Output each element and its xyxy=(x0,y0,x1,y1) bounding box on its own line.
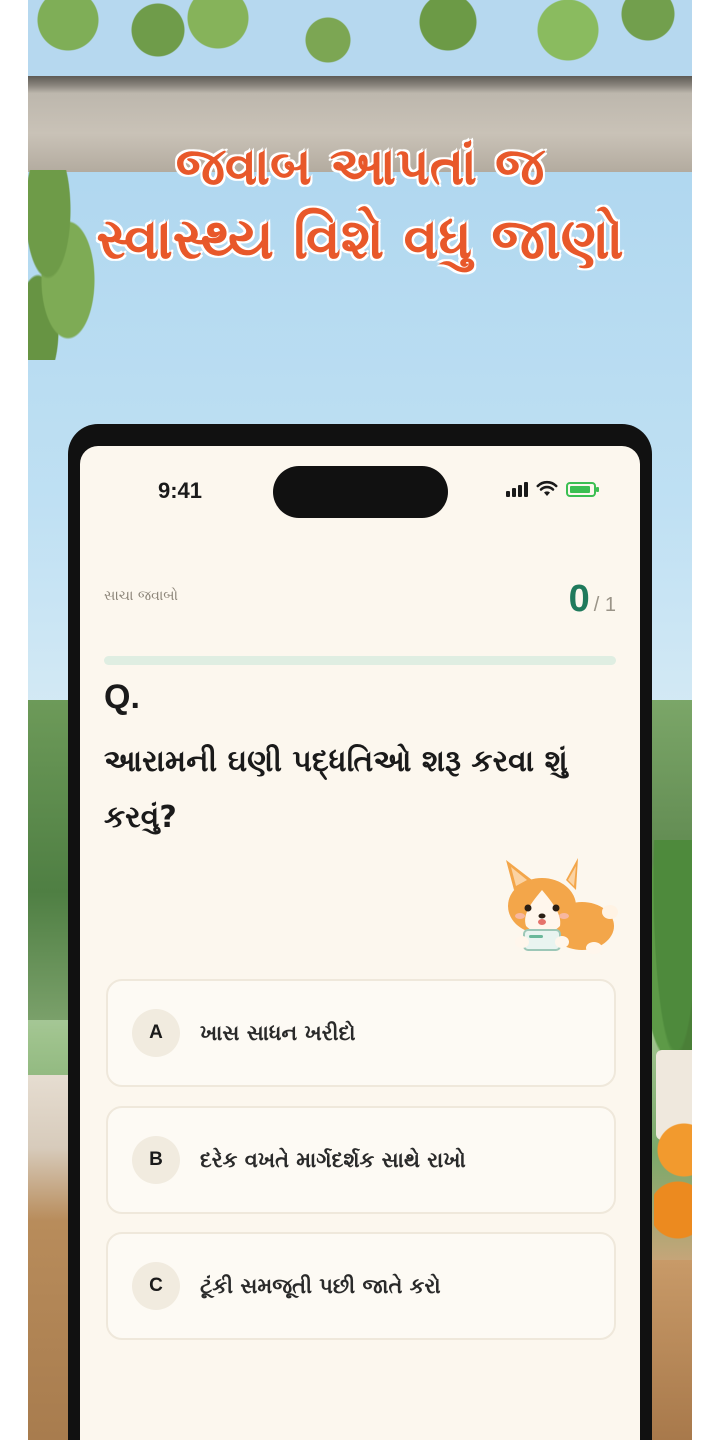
answer-option-b[interactable]: B દરેક વખતે માર્ગદર્શક સાથે રાખો xyxy=(106,1106,616,1214)
phone-screen: 9:41 સાચા જવાબો 0 / 1 Q. આરામની ઘણી પદ્ધ… xyxy=(80,446,640,1440)
score-value: 0 xyxy=(568,578,590,620)
signal-icon xyxy=(506,481,528,497)
oranges xyxy=(654,1120,692,1260)
window-sill-right xyxy=(648,1260,692,1440)
status-time: 9:41 xyxy=(158,478,203,503)
question-text: આરામની ઘણી પદ્ધતિઓ શરૂ કરવા શું કરવું? xyxy=(104,744,568,835)
option-letter-badge: A xyxy=(132,1009,180,1057)
option-letter-badge: B xyxy=(132,1136,180,1184)
option-text: ખાસ સાધન ખરીદો xyxy=(200,1020,356,1045)
score-counter: 0 / 1 xyxy=(569,578,616,621)
headline-line-2: સ્વાસ્થ્ય વિશે વધુ જાણો xyxy=(96,207,624,272)
wifi-icon xyxy=(536,480,558,496)
answer-option-a[interactable]: A ખાસ સાધન ખરીદો xyxy=(106,979,616,1087)
option-letter-badge: C xyxy=(132,1262,180,1310)
option-text: ટૂંકી સમજૂતી પછી જાતે કરો xyxy=(200,1273,441,1298)
potted-plant xyxy=(650,840,692,1080)
question-marker: Q. xyxy=(104,678,140,716)
status-icons xyxy=(506,480,599,498)
score-label: સાચા જવાબો xyxy=(104,588,178,604)
dynamic-island xyxy=(273,466,448,518)
battery-icon xyxy=(566,481,599,497)
answer-option-c[interactable]: C ટૂંકી સમજૂતી પછી જાતે કરો xyxy=(106,1232,616,1340)
progress-bar xyxy=(104,656,616,665)
promo-headline: જવાબ આપતાં જ સ્વાસ્થ્ય વિશે વધુ જાણો xyxy=(0,132,720,278)
score-total: / 1 xyxy=(593,594,616,616)
corgi-mascot xyxy=(506,858,618,954)
headline-line-1: જવાબ આપતાં જ xyxy=(175,137,545,197)
background-leaves xyxy=(28,0,692,80)
window-sill-left xyxy=(28,1075,72,1440)
option-text: દરેક વખતે માર્ગદર્શક સાથે રાખો xyxy=(200,1147,466,1172)
